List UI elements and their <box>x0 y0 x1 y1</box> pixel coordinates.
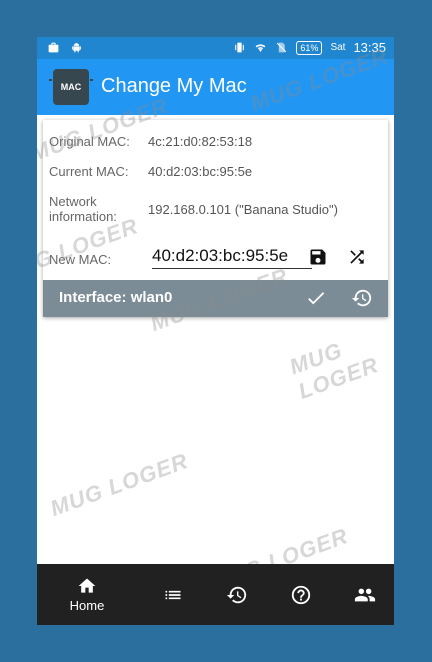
shuffle-icon <box>350 250 364 264</box>
nav-home[interactable]: Home <box>57 564 117 625</box>
nav-home-label: Home <box>69 598 105 613</box>
status-day: Sat <box>330 42 346 53</box>
nav-help[interactable] <box>271 564 331 625</box>
phone-screen: 61% Sat 13:35 MAC Change My Mac Original… <box>37 37 394 625</box>
list-icon <box>165 590 181 599</box>
network-info-value: 192.168.0.101 ("Banana Studio") <box>148 202 338 217</box>
briefcase-icon <box>48 42 59 53</box>
current-mac-value: 40:d2:03:bc:95:5e <box>148 164 253 179</box>
home-icon <box>78 578 96 593</box>
interface-label: Interface: wlan0 <box>59 289 173 306</box>
app-bar: MAC Change My Mac <box>37 59 394 115</box>
save-button[interactable] <box>306 245 330 269</box>
app-title: Change My Mac <box>101 75 247 97</box>
app-logo: MAC <box>49 69 93 105</box>
vibrate-icon <box>235 42 245 53</box>
wifi-icon <box>256 44 266 52</box>
apply-button[interactable] <box>304 286 328 310</box>
network-info-label: Network information: <box>49 194 149 224</box>
new-mac-input[interactable] <box>152 244 312 269</box>
current-mac-label: Current MAC: <box>49 164 129 179</box>
help-icon <box>291 585 311 604</box>
restore-button[interactable] <box>350 286 374 310</box>
status-time: 13:35 <box>353 40 386 55</box>
watermark: MUG LOGER <box>46 448 192 522</box>
save-icon <box>310 249 326 265</box>
watermark: MUG LOGER <box>286 337 382 404</box>
status-bar: 61% Sat 13:35 <box>37 37 394 59</box>
history-icon <box>226 586 247 603</box>
randomize-button[interactable] <box>345 245 369 269</box>
bottom-navigation: Home <box>37 564 394 625</box>
network-info-label-line2: information: <box>49 209 117 224</box>
no-sim-icon <box>277 42 287 53</box>
mac-info-card: Original MAC: 4c:21:d0:82:53:18 Current … <box>43 120 388 317</box>
interface-bar: Interface: wlan0 <box>43 280 388 317</box>
check-icon <box>308 292 325 305</box>
nav-list[interactable] <box>143 564 203 625</box>
battery-indicator: 61% <box>296 40 323 55</box>
nav-people[interactable] <box>335 564 394 625</box>
people-icon <box>354 588 376 601</box>
restore-icon <box>351 289 372 307</box>
nav-history[interactable] <box>207 564 267 625</box>
original-mac-label: Original MAC: <box>49 134 130 149</box>
new-mac-label: New MAC: <box>49 252 112 267</box>
app-logo-text: MAC <box>60 82 82 92</box>
original-mac-value: 4c:21:d0:82:53:18 <box>148 134 253 149</box>
android-icon <box>72 43 81 53</box>
network-info-label-line1: Network <box>49 194 97 209</box>
